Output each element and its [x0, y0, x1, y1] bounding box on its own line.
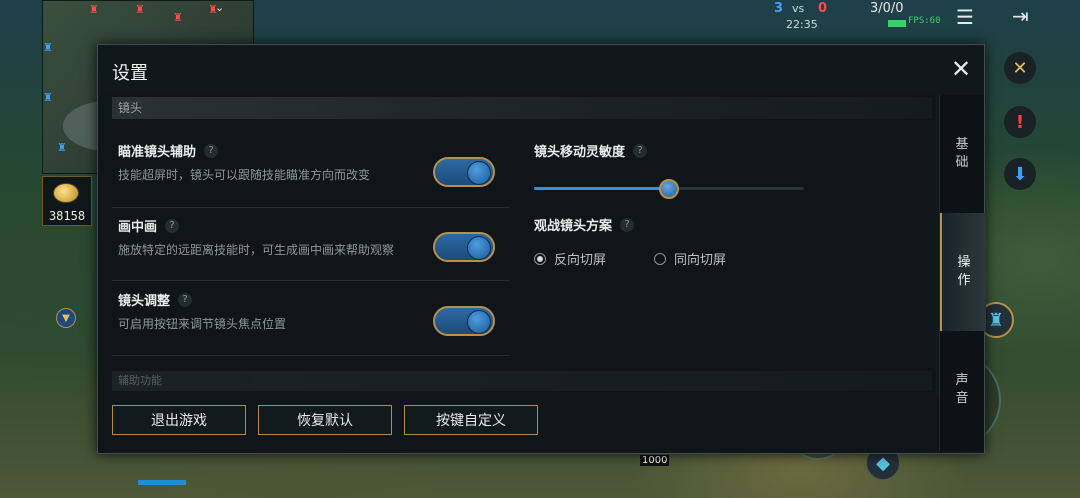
- item-cost-label: 1000: [640, 455, 670, 466]
- row-divider: [112, 207, 510, 208]
- red-team-score: 0: [818, 1, 828, 16]
- setting-spectate-camera: 观战镜头方案 ?: [534, 215, 635, 234]
- radio-reverse-switch[interactable]: 反向切屏: [534, 249, 606, 268]
- setting-description: 施放特定的远距离技能时，可生成画中画来帮助观察: [118, 243, 395, 257]
- spectate-radio-group: 反向切屏 同向切屏: [534, 249, 726, 268]
- section-header-assist: 辅助功能: [112, 371, 932, 391]
- radio-button-icon: [654, 252, 667, 265]
- help-question-icon[interactable]: ?: [178, 292, 193, 307]
- alert-ping-icon[interactable]: !: [1004, 106, 1036, 138]
- toggle-knob: [467, 310, 491, 334]
- slider-thumb[interactable]: [659, 179, 679, 199]
- settings-modal: 设置 ✕ 镜头 瞄准镜头辅助 ? 技能超屏时，镜头可以跟随技能瞄准方向而改变 画…: [97, 44, 986, 454]
- toggle-camera-adjust[interactable]: [433, 306, 495, 336]
- ally-health-bar: [138, 480, 186, 485]
- help-question-icon[interactable]: ?: [633, 143, 648, 158]
- exit-door-icon[interactable]: ⇥: [1012, 6, 1029, 26]
- custom-keybind-button[interactable]: 按键自定义: [404, 405, 538, 435]
- setting-description: 可启用按钮来调节镜头焦点位置: [118, 317, 287, 331]
- section-header-camera: 镜头: [112, 97, 932, 119]
- restore-default-button[interactable]: 恢复默认: [258, 405, 392, 435]
- setting-description: 技能超屏时，镜头可以跟随技能瞄准方向而改变: [118, 168, 371, 182]
- setting-picture-in-picture: 画中画 ? 施放特定的远距离技能时，可生成画中画来帮助观察: [118, 216, 394, 258]
- blue-tower-icon: ♜: [43, 91, 53, 104]
- toggle-aim-camera-assist[interactable]: [433, 157, 495, 187]
- minimap-expand-icon[interactable]: ⌄: [215, 1, 224, 14]
- red-tower-icon: ♜: [89, 3, 99, 16]
- exit-game-button[interactable]: 退出游戏: [112, 405, 246, 435]
- radio-button-icon: [534, 252, 546, 265]
- help-question-icon[interactable]: ?: [204, 143, 219, 158]
- setting-camera-adjust: 镜头调整 ? 可启用按钮来调节镜头焦点位置: [118, 290, 286, 332]
- settings-content[interactable]: 镜头 瞄准镜头辅助 ? 技能超屏时，镜头可以跟随技能瞄准方向而改变 画中画 ? …: [112, 97, 940, 397]
- gold-shop-button[interactable]: 38158: [42, 176, 92, 226]
- setting-title: 瞄准镜头辅助: [118, 145, 197, 160]
- row-divider: [112, 280, 510, 281]
- settings-tabs: 基 础 操 作 声 音: [939, 95, 986, 451]
- setting-title: 画中画: [118, 220, 158, 235]
- tab-basic[interactable]: 基 础: [940, 95, 984, 213]
- help-question-icon[interactable]: ?: [620, 217, 635, 232]
- menu-list-icon[interactable]: ☰: [956, 7, 974, 27]
- help-question-icon[interactable]: ?: [165, 218, 180, 233]
- red-tower-icon: ♜: [135, 3, 145, 16]
- score-vs-label: vs: [792, 2, 805, 15]
- radio-same-switch[interactable]: 同向切屏: [654, 249, 726, 268]
- modal-header: 设置 ✕: [98, 45, 984, 95]
- sensitivity-slider[interactable]: [534, 179, 804, 199]
- row-divider: [112, 355, 510, 356]
- tab-controls[interactable]: 操 作: [940, 213, 986, 331]
- tab-sound[interactable]: 声 音: [940, 331, 984, 449]
- gold-amount: 38158: [48, 209, 86, 223]
- setting-title: 镜头移动灵敏度: [534, 145, 626, 160]
- close-icon[interactable]: ✕: [948, 57, 974, 83]
- setting-title: 观战镜头方案: [534, 219, 613, 234]
- crossed-swords-icon[interactable]: ✕: [1004, 52, 1036, 84]
- toggle-picture-in-picture[interactable]: [433, 232, 495, 262]
- scoreboard[interactable]: 3 vs 0 22:35 3/0/0 FPS:60: [770, 0, 950, 34]
- fps-readout: FPS:60: [908, 16, 941, 26]
- toggle-knob: [467, 236, 491, 260]
- setting-aim-camera-assist: 瞄准镜头辅助 ? 技能超屏时，镜头可以跟随技能瞄准方向而改变: [118, 141, 370, 183]
- setting-title: 镜头调整: [118, 294, 171, 309]
- kda-readout: 3/0/0: [870, 1, 904, 16]
- radio-label: 反向切屏: [554, 253, 607, 268]
- retreat-ping-icon[interactable]: ⬇: [1004, 158, 1036, 190]
- game-timer: 22:35: [786, 18, 818, 31]
- connection-bar-icon: [888, 20, 906, 27]
- toggle-knob: [467, 161, 491, 185]
- radio-label: 同向切屏: [674, 253, 727, 268]
- blue-tower-icon: ♜: [57, 141, 67, 154]
- setting-camera-sensitivity: 镜头移动灵敏度 ?: [534, 141, 648, 160]
- slider-fill: [534, 187, 669, 190]
- blue-tower-icon: ♜: [43, 41, 53, 54]
- red-tower-icon: ♜: [173, 11, 183, 24]
- modal-title: 设置: [112, 63, 148, 84]
- player-shield-icon: ▼: [56, 308, 76, 328]
- gold-coin-icon: [53, 183, 79, 203]
- blue-team-score: 3: [774, 1, 784, 16]
